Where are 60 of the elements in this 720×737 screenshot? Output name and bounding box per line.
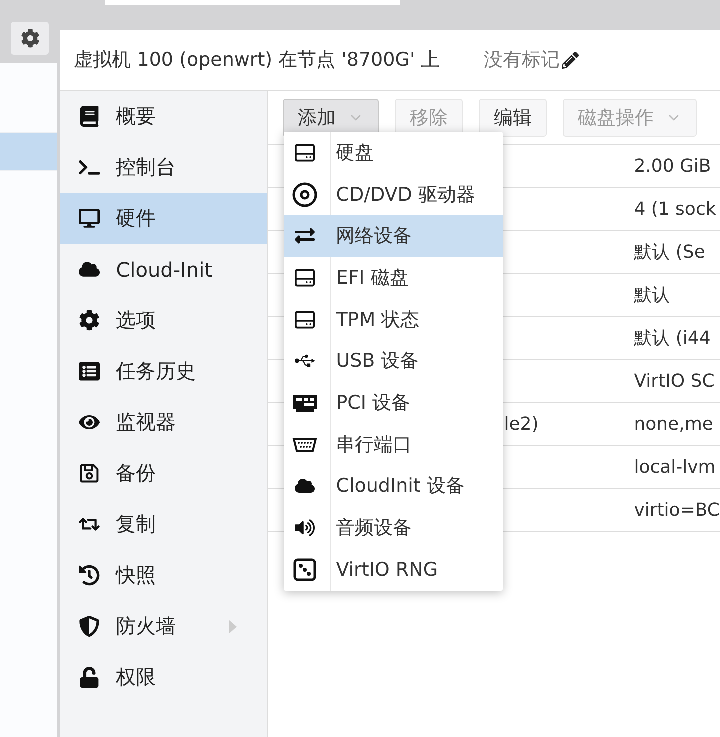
menu-item[interactable]: 串行端口 (284, 424, 504, 466)
dice-icon (292, 558, 318, 582)
nav-label: 概要 (116, 103, 156, 130)
list-icon (76, 361, 102, 382)
menu-item[interactable]: VirtIO RNG (284, 548, 504, 591)
table-cell-text: none,me (634, 414, 714, 434)
nav-label: 备份 (116, 460, 156, 487)
pencil-icon (562, 52, 580, 68)
nav-label: 权限 (116, 664, 156, 691)
tree-row[interactable] (0, 133, 57, 171)
table-cell-text: 默认 (634, 284, 672, 307)
nav-item[interactable]: 概要 (60, 91, 268, 142)
nav-label: Cloud-Init (116, 258, 213, 282)
serial-port-icon (292, 436, 318, 453)
table-cell-text: VirtIO SC (634, 370, 716, 392)
settings-icon (20, 29, 40, 48)
settings-button[interactable] (11, 22, 50, 55)
monitor-icon (76, 208, 102, 229)
nav-item[interactable]: 控制台 (60, 142, 268, 193)
table-cell-text: 4 (1 sock (634, 198, 718, 220)
nav-label: 复制 (116, 511, 156, 538)
nav-label: 选项 (116, 307, 156, 334)
nav-item[interactable]: 复制 (60, 499, 268, 550)
menu-item[interactable]: 网络设备 (284, 215, 504, 258)
nav-item[interactable]: 选项 (60, 295, 268, 346)
table-cell: virtio=BC (634, 500, 720, 520)
nav-item[interactable]: Cloud-Init (60, 244, 268, 295)
nav-label: 监视器 (116, 409, 176, 436)
table-cell-text: le2) (504, 414, 540, 434)
nav-label: 任务历史 (116, 358, 196, 385)
nav-item[interactable]: 备份 (60, 448, 268, 499)
nav-label: 硬件 (116, 205, 156, 232)
table-cell-text: 2.00 GiB (634, 156, 712, 176)
nav-item[interactable]: 防火墙 (60, 601, 268, 652)
menu-item[interactable]: TPM 状态 (284, 298, 504, 340)
window-title: 虚拟机 100 (openwrt) 在节点 '8700G' 上 (74, 48, 440, 73)
tags-link[interactable]: 没有标记 (484, 47, 580, 73)
menu-item[interactable]: CD/DVD 驱动器 (284, 174, 504, 216)
pci-card-icon (292, 392, 318, 413)
toolbar-button[interactable]: 添加 (283, 98, 380, 136)
disc-icon (292, 182, 318, 208)
menu-item[interactable]: USB 设备 (284, 340, 504, 382)
nav-item[interactable]: 快照 (60, 550, 268, 601)
input-field[interactable] (105, 0, 400, 5)
menu-item[interactable]: PCI 设备 (284, 382, 504, 424)
menu-item[interactable]: EFI 磁盘 (284, 257, 504, 299)
nav-label: 控制台 (116, 154, 176, 181)
nav-item[interactable]: 权限 (60, 652, 268, 703)
menu-item[interactable]: 音频设备 (284, 507, 504, 549)
nav-label: 防火墙 (116, 613, 176, 640)
nav-label: 快照 (116, 562, 156, 589)
nav-item[interactable]: 硬件 (60, 193, 268, 244)
toolbar-button[interactable]: 编辑 (479, 98, 548, 136)
table-cell-text: local-lvm (634, 456, 717, 478)
table-cell-text: 默认 (Se (634, 241, 706, 264)
nav-item[interactable]: 任务历史 (60, 346, 268, 397)
table-cell-text: 默认 (i44 (634, 327, 712, 350)
nav-item[interactable]: 监视器 (60, 397, 268, 448)
cloud-icon (76, 259, 102, 280)
menu-item[interactable]: CloudInit 设备 (284, 466, 504, 508)
